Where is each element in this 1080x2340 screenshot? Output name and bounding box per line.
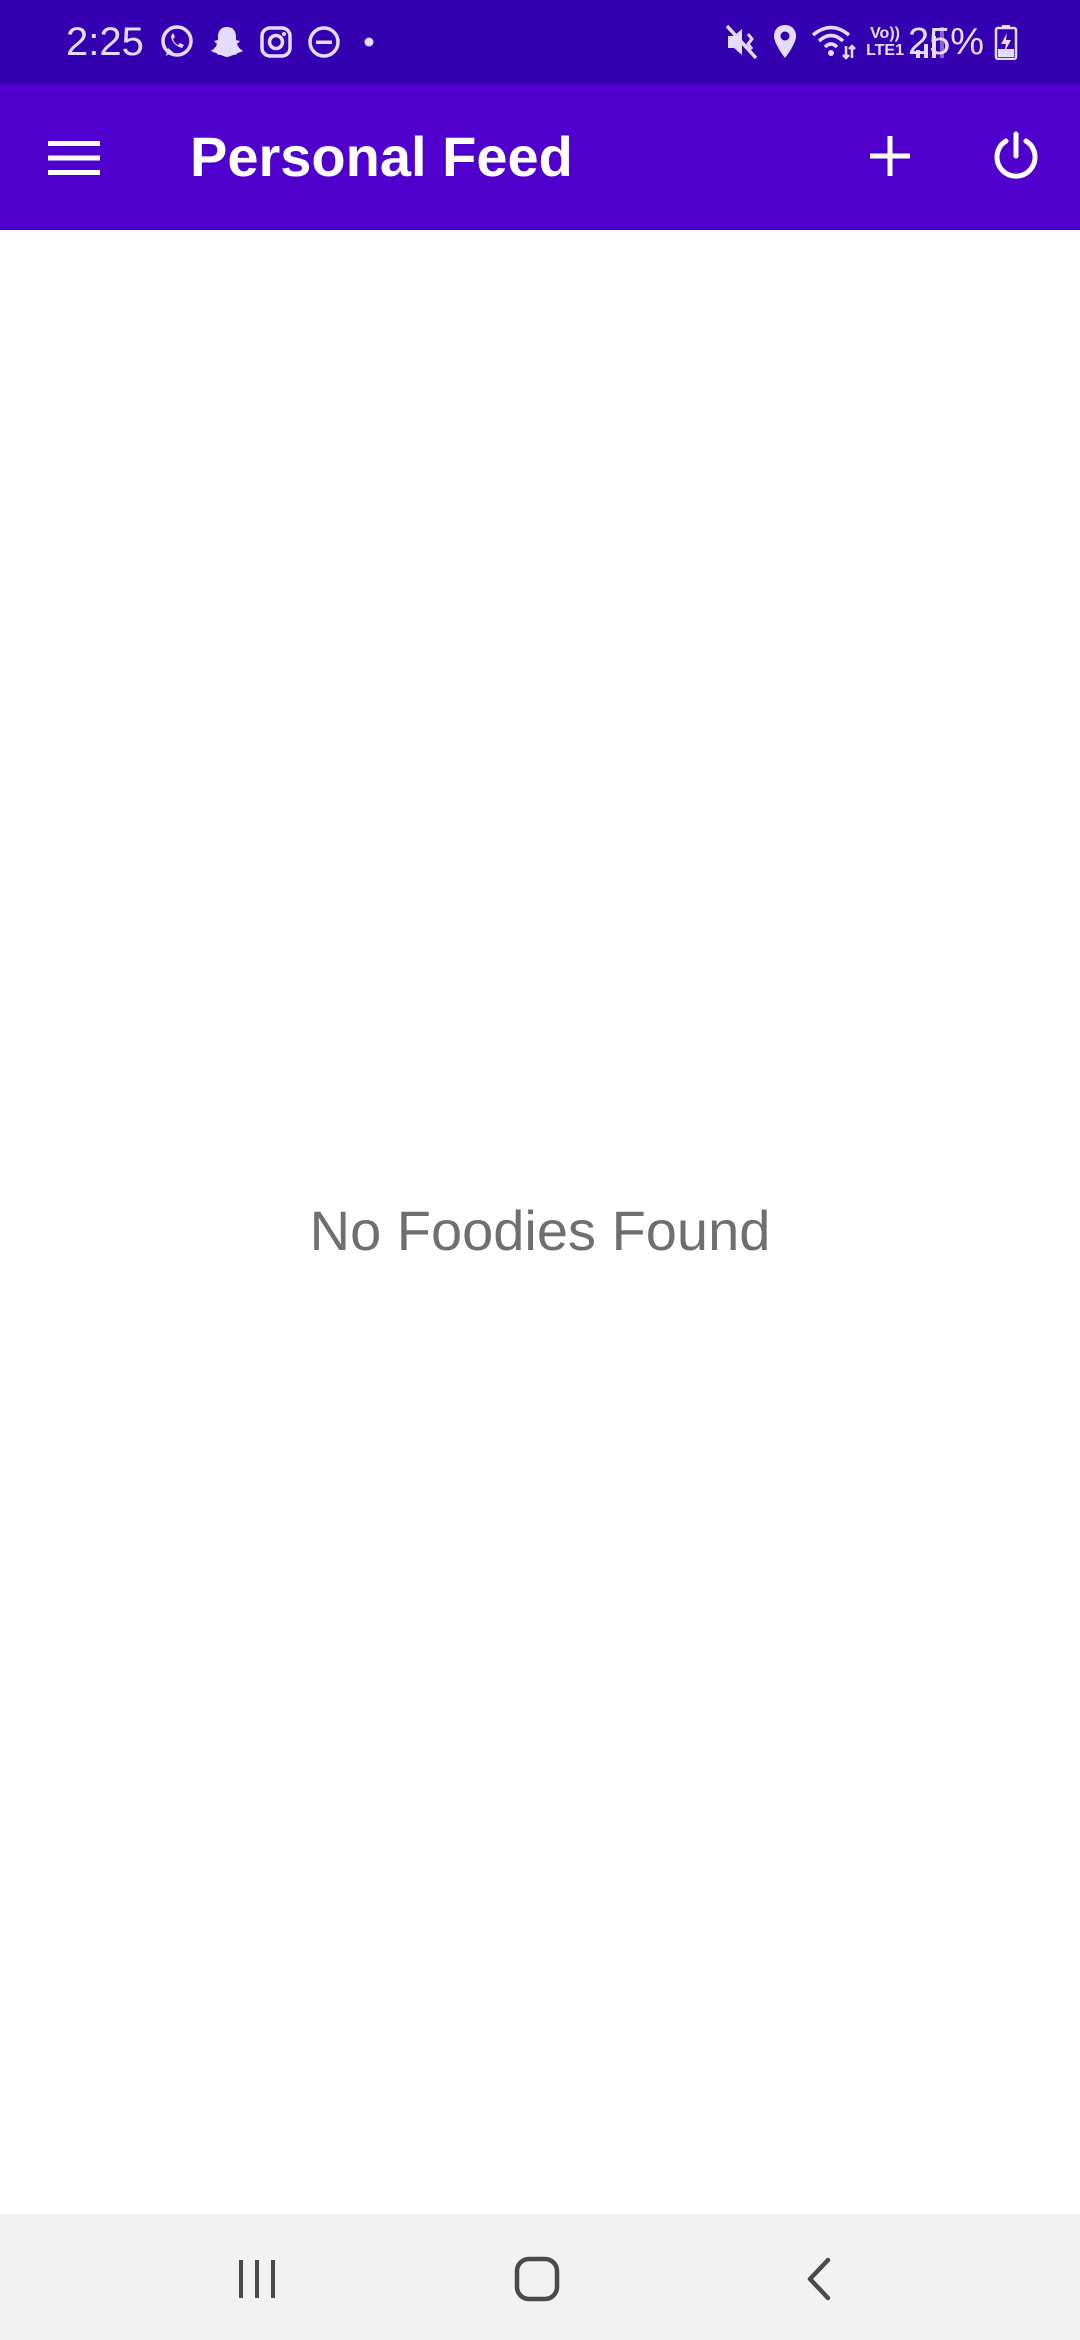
do-not-disturb-icon bbox=[306, 24, 342, 60]
home-button[interactable] bbox=[492, 2234, 582, 2324]
status-bar: 2:25 Vo)) LTE1 25% bbox=[0, 0, 1080, 84]
status-left-icons bbox=[158, 22, 384, 62]
back-button[interactable] bbox=[774, 2234, 864, 2324]
menu-icon bbox=[48, 139, 100, 177]
power-icon bbox=[991, 131, 1041, 181]
add-button[interactable] bbox=[848, 114, 932, 198]
battery-percent: 25% bbox=[907, 21, 984, 63]
location-icon bbox=[770, 22, 800, 62]
screen: 2:25 Vo)) LTE1 25% Personal Feed No Food… bbox=[0, 0, 1080, 2340]
mute-vibrate-icon bbox=[724, 22, 760, 62]
status-time: 2:25 bbox=[66, 20, 144, 64]
volte-icon: Vo)) LTE1 bbox=[866, 22, 904, 62]
wifi-icon bbox=[810, 22, 856, 62]
recents-icon bbox=[235, 2258, 279, 2300]
logout-button[interactable] bbox=[974, 114, 1058, 198]
system-navigation-bar bbox=[0, 2214, 1080, 2340]
add-icon bbox=[870, 136, 910, 176]
whatsapp-icon bbox=[158, 23, 196, 61]
feed-content: No Foodies Found bbox=[0, 230, 1080, 2214]
snapchat-icon bbox=[208, 23, 246, 61]
home-icon bbox=[513, 2255, 561, 2303]
menu-button[interactable] bbox=[32, 116, 116, 200]
empty-state-message: No Foodies Found bbox=[309, 1199, 771, 1262]
instagram-icon bbox=[258, 24, 294, 60]
volte-label: Vo)) bbox=[870, 25, 900, 42]
battery-charging-icon bbox=[994, 24, 1018, 60]
page-title: Personal Feed bbox=[190, 125, 573, 188]
back-icon bbox=[804, 2256, 834, 2302]
app-bar: Personal Feed bbox=[0, 84, 1080, 230]
notification-dot-icon bbox=[354, 24, 384, 60]
lte-label: LTE1 bbox=[866, 42, 904, 59]
recents-button[interactable] bbox=[212, 2234, 302, 2324]
